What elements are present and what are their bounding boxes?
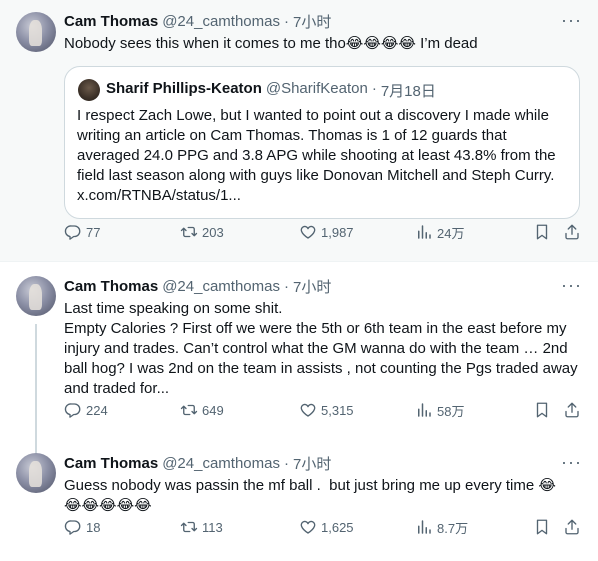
timestamp[interactable]: 7小时 [293,453,331,474]
tweet-header: Cam Thomas @24_camthomas · 7小时 [64,453,331,474]
repost-button[interactable]: 203 [180,223,224,241]
repost-button[interactable]: 113 [180,518,223,536]
reply-count: 224 [86,402,108,418]
quote-avatar[interactable] [78,79,100,101]
quote-timestamp[interactable]: 7月18日 [381,80,436,101]
reply-button[interactable]: 77 [64,223,100,241]
like-icon [299,401,317,419]
views-icon [415,223,433,241]
views-button[interactable]: 8.7万 [415,518,468,537]
tweet-header: Cam Thomas @24_camthomas · 7小时 [64,276,331,297]
like-button[interactable]: 1,987 [299,223,354,241]
tweet-2[interactable]: Cam Thomas @24_camthomas · 7小时 ··· Last … [0,262,598,454]
share-button[interactable] [563,223,581,241]
bookmark-button[interactable] [533,223,551,241]
tweet-header: Cam Thomas @24_camthomas · 7小时 [64,11,331,32]
quote-author-handle[interactable]: @SharifKeaton [266,80,368,101]
separator: · [283,13,289,30]
timestamp[interactable]: 7小时 [293,276,331,297]
reply-count: 18 [86,519,101,535]
bookmark-button[interactable] [533,401,551,419]
reply-icon [64,223,82,241]
like-count: 5,315 [321,402,354,418]
separator: · [371,80,377,97]
author-handle[interactable]: @24_camthomas [162,455,280,472]
bookmark-icon [533,518,551,536]
separator: · [283,278,289,295]
author-handle[interactable]: @24_camthomas [162,13,280,30]
reply-count: 77 [86,224,101,240]
bookmark-button[interactable] [533,518,551,536]
bookmark-icon [533,401,551,419]
author-name[interactable]: Cam Thomas [64,13,158,30]
like-count: 1,625 [321,519,354,535]
author-name[interactable]: Cam Thomas [64,455,158,472]
view-count: 58万 [437,403,465,419]
share-icon [563,223,581,241]
thread-line [35,324,37,454]
tweet-text: Last time speaking on some shit. Empty C… [64,300,578,397]
more-icon[interactable]: ··· [561,10,582,31]
views-icon [415,401,433,419]
repost-icon [180,401,198,419]
like-button[interactable]: 1,625 [299,518,354,536]
views-icon [415,518,433,536]
like-count: 1,987 [321,224,354,240]
quoted-tweet[interactable]: Sharif Phillips-Keaton @SharifKeaton · 7… [64,66,580,219]
reply-icon [64,401,82,419]
share-icon [563,401,581,419]
reply-button[interactable]: 224 [64,401,108,419]
share-button[interactable] [563,401,581,419]
quote-author-name[interactable]: Sharif Phillips-Keaton [106,80,262,101]
separator: · [283,455,289,472]
view-count: 8.7万 [437,520,469,536]
repost-icon [180,223,198,241]
tweet-text: Nobody sees this when it comes to me tho… [64,35,478,52]
tweet-3[interactable]: Cam Thomas @24_camthomas · 7小时 ··· Guess… [0,439,598,561]
like-button[interactable]: 5,315 [299,401,354,419]
timestamp[interactable]: 7小时 [293,11,331,32]
author-name[interactable]: Cam Thomas [64,278,158,295]
views-button[interactable]: 24万 [415,223,464,242]
quote-text: I respect Zach Lowe, but I wanted to poi… [77,107,560,204]
avatar[interactable] [16,12,56,52]
author-handle[interactable]: @24_camthomas [162,278,280,295]
repost-button[interactable]: 649 [180,401,224,419]
views-button[interactable]: 58万 [415,401,464,420]
repost-count: 203 [202,224,224,240]
like-icon [299,223,317,241]
avatar[interactable] [16,453,56,493]
share-icon [563,518,581,536]
repost-icon [180,518,198,536]
quote-header: Sharif Phillips-Keaton @SharifKeaton · 7… [106,80,436,101]
tweet-text: Guess nobody was passin the mf ball . bu… [64,477,556,514]
share-button[interactable] [563,518,581,536]
reply-button[interactable]: 18 [64,518,100,536]
reply-icon [64,518,82,536]
bookmark-icon [533,223,551,241]
tweet-1[interactable]: Cam Thomas @24_camthomas · 7小时 ··· Nobod… [0,0,598,262]
repost-count: 113 [202,519,223,535]
like-icon [299,518,317,536]
view-count: 24万 [437,225,465,241]
more-icon[interactable]: ··· [561,275,582,296]
repost-count: 649 [202,402,224,418]
more-icon[interactable]: ··· [561,452,582,473]
avatar[interactable] [16,276,56,316]
